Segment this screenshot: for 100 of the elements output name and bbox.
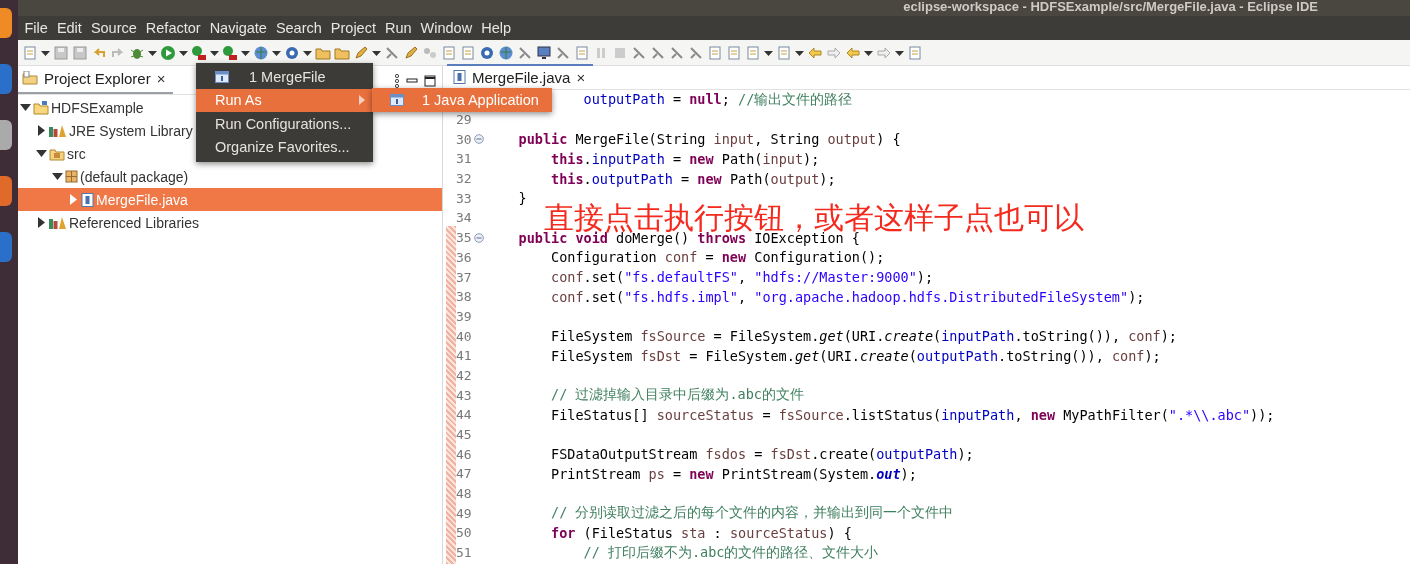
document-icon[interactable] [726, 44, 742, 61]
run-tool-icon[interactable] [222, 44, 238, 61]
line-number: 38 [456, 289, 472, 305]
line-number: 42 [456, 367, 472, 383]
menu-item[interactable]: Run [380, 20, 417, 36]
code-line: FileStatus[] sourceStatus = fsSource.listStatus(inputPath, new MyPathFilter(".*\\.abc")); [551, 406, 1275, 423]
line-number: 39 [456, 308, 472, 324]
tool-icon[interactable] [631, 44, 647, 61]
menu-item[interactable]: File [20, 20, 53, 36]
pencil-icon[interactable] [353, 44, 369, 61]
project-folder-icon [33, 100, 49, 115]
run-tool-icon[interactable] [191, 44, 207, 61]
menu-item[interactable]: Search [271, 20, 327, 36]
fold-minus-icon[interactable] [474, 134, 484, 145]
launcher-icon[interactable] [0, 64, 12, 94]
document-icon[interactable] [707, 44, 723, 61]
code-line: Configuration conf = new Configuration(); [551, 249, 885, 266]
line-number: 37 [456, 269, 472, 285]
tree-item[interactable]: HDFSExample [18, 96, 148, 119]
tree-item[interactable]: src [18, 142, 90, 165]
java-window-icon [215, 70, 229, 83]
view-menu-icon[interactable] [394, 74, 400, 88]
menu-item[interactable]: Run Configurations... [196, 112, 373, 136]
folder-icon [22, 71, 38, 85]
line-number: 44 [456, 407, 472, 423]
menu-item[interactable]: Help [476, 20, 516, 36]
java-window-icon [390, 94, 404, 106]
pencil-icon[interactable] [403, 44, 419, 61]
code-line: this.inputPath = new Path(input); [551, 150, 820, 167]
menu-item[interactable]: Window [416, 20, 477, 36]
code-line: // 打印后缀不为.abc的文件的路径、文件大小 [583, 543, 879, 562]
monitor-icon[interactable] [536, 44, 552, 61]
tool-icon[interactable] [688, 44, 704, 61]
code-line: conf.set("fs.defaultFS", "hdfs://Master:9000"); [551, 269, 934, 286]
circle-icon[interactable] [479, 44, 495, 61]
expanded-arrow-icon[interactable] [36, 148, 47, 159]
window-title: eclipse-workspace - HDFSExample/src/MergeFile.java - Eclipse IDE [903, 0, 1318, 14]
code-line: this.outputPath = new Path(output); [551, 170, 836, 187]
line-number: 47 [456, 466, 472, 482]
close-icon[interactable]: × [156, 69, 166, 87]
code-line: FSDataOutputStream fsdos = fsDst.create(outputPath); [551, 446, 974, 463]
line-number: 48 [456, 486, 472, 502]
line-number: 36 [456, 249, 472, 265]
editor-tab[interactable]: MergeFile.java × [447, 64, 594, 89]
tree-item[interactable]: JRE System Library [18, 119, 197, 142]
code-line: PrintStream ps = new PrintStream(System.out); [551, 465, 917, 482]
code-line: for (FileStatus sta : sourceStatus) { [551, 524, 852, 541]
line-number: 32 [456, 171, 472, 187]
line-number: 40 [456, 328, 472, 344]
package-icon [65, 170, 78, 183]
java-file-icon [453, 70, 466, 84]
code-line: // 分别读取过滤之后的每个文件的内容，并输出到同一个文件中 [551, 504, 954, 523]
collapsed-arrow-icon[interactable] [36, 125, 47, 136]
submenu-arrow-icon [359, 95, 365, 106]
line-number: 29 [456, 112, 472, 128]
launcher-icon[interactable] [0, 176, 12, 206]
document-icon[interactable] [574, 44, 590, 61]
line-number: 30 [456, 131, 472, 147]
code-line: conf.set("fs.hdfs.impl", "org.apache.hadoop.hdfs.DistributedFileSystem"); [551, 288, 1145, 305]
save-icon[interactable] [72, 44, 88, 61]
collapsed-arrow-icon[interactable] [36, 217, 47, 228]
maximize-icon[interactable] [424, 75, 436, 87]
code-line: } [518, 190, 527, 207]
tree-item[interactable]: Referenced Libraries [18, 211, 203, 234]
project-explorer-tab[interactable]: Project Explorer × [18, 67, 174, 94]
menu-item[interactable]: Edit [52, 20, 87, 36]
menu-item[interactable]: Source [86, 20, 142, 36]
menu-item[interactable]: Navigate [205, 20, 272, 36]
line-number: 51 [456, 545, 472, 561]
tree-item[interactable]: (default package) [18, 165, 193, 188]
globe-icon[interactable] [253, 44, 269, 61]
line-number: 33 [456, 190, 472, 206]
code-line: // 过滤掉输入目录中后缀为.abc的文件 [551, 386, 804, 405]
line-number: 50 [456, 525, 472, 541]
line-number: 35 [456, 230, 472, 246]
menu-item[interactable]: Organize Favorites... [196, 135, 373, 159]
code-line: FileSystem fsSource = FileSystem.get(URI.create(inputPath.toString()), conf); [551, 328, 1177, 345]
globe-icon[interactable] [498, 44, 514, 61]
expanded-arrow-icon[interactable] [20, 102, 31, 113]
code-line: public MergeFile(String input, String output) { [518, 131, 901, 148]
code-line: outputPath = null; //输出文件的路径 [583, 90, 853, 109]
line-number: 43 [456, 387, 472, 403]
launcher-icon[interactable] [0, 232, 12, 262]
line-number: 34 [456, 210, 472, 226]
fold-minus-icon[interactable] [474, 232, 484, 243]
close-icon[interactable]: × [576, 68, 586, 86]
line-number: 31 [456, 151, 472, 167]
document-icon[interactable] [441, 44, 457, 61]
menu-item[interactable]: 1 MergeFile [196, 65, 373, 89]
menu-item[interactable]: Refactor [141, 20, 206, 36]
launcher-icon[interactable] [0, 8, 12, 38]
menu-item[interactable]: Project [326, 20, 381, 36]
tool-icon[interactable] [650, 44, 666, 61]
tool-icon[interactable] [669, 44, 685, 61]
line-number: 49 [456, 505, 472, 521]
circle-icon[interactable] [284, 44, 300, 61]
run-icon[interactable] [160, 44, 176, 61]
expanded-arrow-icon[interactable] [52, 171, 63, 182]
package-folder-icon [49, 146, 65, 161]
launcher-icon[interactable] [0, 120, 12, 150]
